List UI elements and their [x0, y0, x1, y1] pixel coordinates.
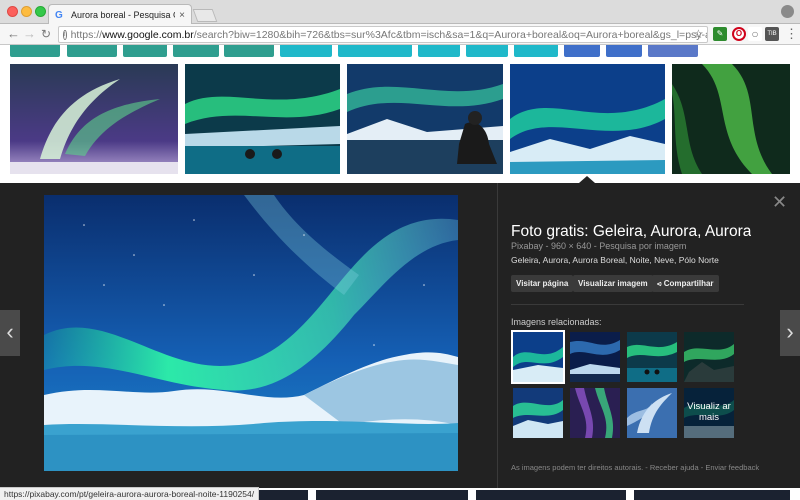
image-source-meta: Pixabay - 960 × 640 - Pesquisa por image…: [511, 241, 687, 251]
related-image[interactable]: [627, 332, 677, 382]
image-result[interactable]: [316, 490, 468, 500]
view-more-related-button[interactable]: Visualiz ar mais: [684, 388, 734, 438]
search-chip[interactable]: [418, 45, 460, 57]
panel-divider: [497, 183, 498, 488]
visit-page-button[interactable]: Visitar página: [511, 275, 574, 292]
related-image[interactable]: [570, 332, 620, 382]
image-result[interactable]: [672, 64, 790, 174]
close-panel-icon[interactable]: ✕: [772, 193, 787, 211]
image-preview-panel: ‹ ✕ Foto gratis: Geleira, Aurora, Aurora…: [0, 183, 800, 488]
image-results-row: [0, 64, 800, 176]
image-result[interactable]: [347, 64, 503, 174]
search-chip[interactable]: [224, 45, 274, 57]
related-image[interactable]: [570, 388, 620, 438]
site-info-icon[interactable]: i: [63, 29, 67, 40]
share-button[interactable]: ⪦ Compartilhar: [652, 275, 719, 292]
share-label: Compartilhar: [663, 279, 714, 288]
search-chip[interactable]: [280, 45, 332, 57]
reload-icon[interactable]: ↻: [41, 26, 51, 42]
status-bar-url: https://pixabay.com/pt/geleira-aurora-au…: [0, 487, 260, 500]
url-scheme: https://: [70, 28, 103, 41]
google-favicon-icon: G: [55, 9, 63, 21]
image-title[interactable]: Foto gratis: Geleira, Aurora, Aurora …: [511, 223, 751, 241]
browser-tab[interactable]: G Aurora boreal - Pesquisa Goog ×: [48, 4, 192, 25]
window-close-button[interactable]: [7, 6, 18, 17]
tab-title: Aurora boreal - Pesquisa Goog: [71, 10, 175, 20]
related-image-selected[interactable]: [511, 330, 565, 384]
search-chip[interactable]: [10, 45, 60, 57]
previous-image-button[interactable]: ‹: [0, 310, 20, 356]
address-bar[interactable]: i https://www.google.com.br/search?biw=1…: [58, 26, 708, 43]
image-result[interactable]: [476, 490, 626, 500]
send-feedback-link[interactable]: Enviar feedback: [705, 463, 759, 472]
section-divider: [511, 304, 744, 305]
extension-tib-icon[interactable]: TIB: [765, 27, 779, 41]
extension-evernote-icon[interactable]: ✎: [713, 27, 727, 41]
tab-bar: G Aurora boreal - Pesquisa Goog ×: [0, 0, 800, 25]
extension-opera-icon[interactable]: O: [732, 27, 746, 41]
panel-footer: As imagens podem ter direitos autorais. …: [511, 463, 759, 472]
related-images-label: Imagens relacionadas:: [511, 317, 602, 327]
bookmark-star-icon[interactable]: ☆: [693, 27, 704, 41]
window-minimize-button[interactable]: [21, 6, 32, 17]
next-image-button[interactable]: ›: [780, 310, 800, 356]
selection-indicator: [579, 176, 595, 183]
related-image[interactable]: [513, 388, 563, 438]
preview-image[interactable]: [44, 195, 458, 471]
search-chip[interactable]: [338, 45, 412, 57]
browser-toolbar: ← → ↻ i https://www.google.com.br/search…: [0, 24, 800, 45]
url-path: /search?biw=1280&bih=726&tbs=sur%3Afc&tb…: [193, 28, 708, 41]
extension-shield-icon[interactable]: ○: [748, 27, 762, 41]
forward-arrow-icon[interactable]: →: [23, 26, 36, 42]
search-chip[interactable]: [67, 45, 117, 57]
related-search-chips: [0, 45, 800, 59]
view-more-label: Visualiz ar mais: [684, 388, 734, 438]
profile-icon[interactable]: [781, 5, 794, 18]
image-result[interactable]: [185, 64, 340, 174]
image-result[interactable]: [10, 64, 178, 174]
image-result[interactable]: [634, 490, 790, 500]
search-chip[interactable]: [173, 45, 219, 57]
related-image[interactable]: [627, 388, 677, 438]
view-image-button[interactable]: Visualizar imagem: [573, 275, 653, 292]
window-maximize-button[interactable]: [35, 6, 46, 17]
new-tab-button[interactable]: [192, 9, 218, 22]
search-chip[interactable]: [606, 45, 642, 57]
copyright-notice: As imagens podem ter direitos autorais.: [511, 463, 644, 472]
get-help-link[interactable]: Receber ajuda: [650, 463, 699, 472]
search-chip[interactable]: [514, 45, 558, 57]
search-chip[interactable]: [123, 45, 167, 57]
tab-close-icon[interactable]: ×: [179, 10, 185, 21]
image-result-selected[interactable]: [510, 64, 665, 174]
browser-menu-icon[interactable]: ⋮: [785, 26, 798, 42]
search-chip[interactable]: [564, 45, 600, 57]
back-arrow-icon[interactable]: ←: [7, 26, 20, 42]
search-chip[interactable]: [466, 45, 508, 57]
share-icon: ⪦: [657, 279, 664, 288]
image-tags: Geleira, Aurora, Aurora Boreal, Noite, N…: [511, 255, 719, 265]
url-host: www.google.com.br: [102, 28, 194, 41]
related-image[interactable]: [684, 332, 734, 382]
search-chip[interactable]: [648, 45, 698, 57]
